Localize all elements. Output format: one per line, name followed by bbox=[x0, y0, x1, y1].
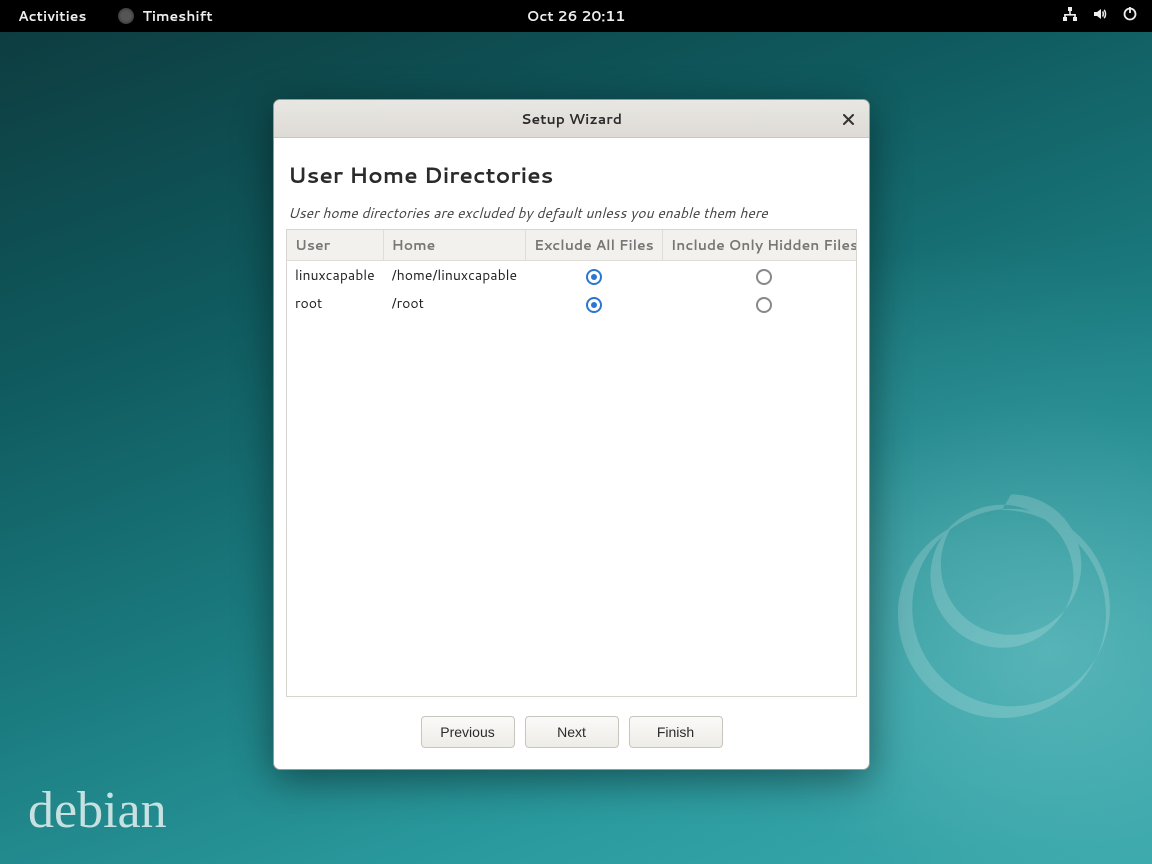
gnome-top-bar: Activities Timeshift Oct 26 20:11 bbox=[0, 0, 1152, 32]
table-row: root/root bbox=[287, 289, 857, 317]
activities-button[interactable]: Activities bbox=[18, 6, 86, 26]
finish-button[interactable]: Finish bbox=[629, 716, 723, 748]
network-icon[interactable] bbox=[1062, 6, 1078, 27]
dialog-footer: Previous Next Finish bbox=[274, 705, 869, 769]
dialog-titlebar: Setup Wizard bbox=[274, 100, 869, 138]
timeshift-app-icon bbox=[118, 8, 134, 24]
users-table: User Home Exclude All Files Include Only… bbox=[287, 230, 857, 317]
users-table-container: User Home Exclude All Files Include Only… bbox=[286, 229, 857, 697]
close-icon bbox=[843, 114, 854, 125]
close-button[interactable] bbox=[835, 106, 861, 132]
radio-hidden[interactable] bbox=[756, 269, 772, 285]
col-user[interactable]: User bbox=[287, 230, 383, 261]
radio-hidden[interactable] bbox=[756, 297, 772, 313]
setup-wizard-dialog: Setup Wizard User Home Directories User … bbox=[273, 99, 870, 770]
col-hidden[interactable]: Include Only Hidden Files bbox=[662, 230, 857, 261]
app-menu[interactable]: Timeshift bbox=[118, 6, 212, 26]
next-button[interactable]: Next bbox=[525, 716, 619, 748]
radio-exclude[interactable] bbox=[586, 297, 602, 313]
radio-exclude[interactable] bbox=[586, 269, 602, 285]
debian-wordmark: debian bbox=[28, 781, 167, 840]
table-row: linuxcapable/home/linuxcapable bbox=[287, 261, 857, 290]
dialog-title: Setup Wizard bbox=[521, 109, 622, 129]
clock[interactable]: Oct 26 20:11 bbox=[527, 6, 626, 26]
cell-home: /home/linuxcapable bbox=[383, 261, 525, 290]
cell-user: root bbox=[287, 289, 383, 317]
page-heading: User Home Directories bbox=[288, 160, 855, 191]
page-subtext: User home directories are excluded by de… bbox=[288, 203, 855, 223]
previous-button[interactable]: Previous bbox=[421, 716, 515, 748]
volume-icon[interactable] bbox=[1092, 6, 1108, 27]
app-menu-label: Timeshift bbox=[142, 6, 212, 26]
power-icon[interactable] bbox=[1122, 6, 1138, 27]
cell-home: /root bbox=[383, 289, 525, 317]
col-home[interactable]: Home bbox=[383, 230, 525, 261]
cell-user: linuxcapable bbox=[287, 261, 383, 290]
col-exclude[interactable]: Exclude All Files bbox=[526, 230, 663, 261]
debian-swirl-decoration bbox=[872, 484, 1132, 744]
